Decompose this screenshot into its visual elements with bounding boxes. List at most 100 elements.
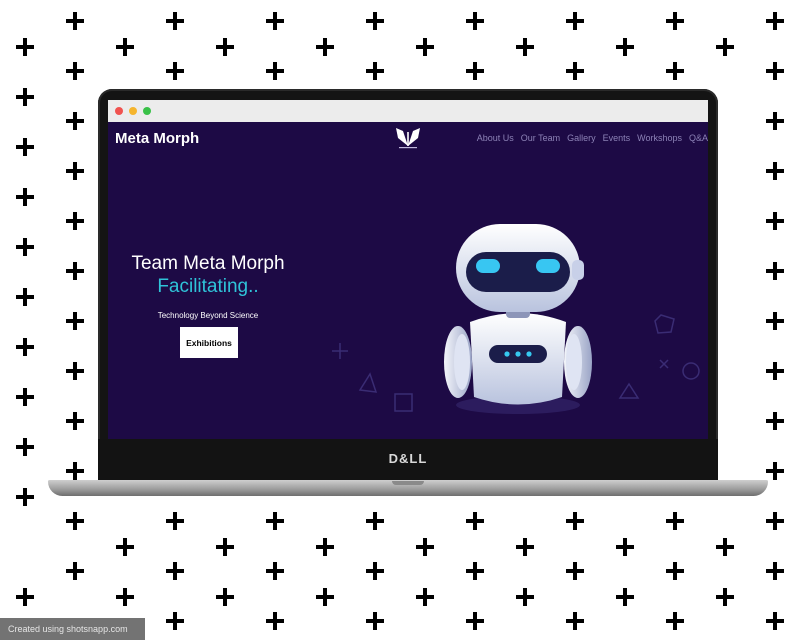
- hero-subtitle: Facilitating..: [157, 276, 259, 297]
- plus-icon: [766, 612, 784, 630]
- plus-icon: [16, 388, 34, 406]
- plus-icon: [666, 62, 684, 80]
- plus-icon: [766, 412, 784, 430]
- nav-link-events[interactable]: Events: [603, 133, 631, 143]
- plus-icon: [766, 162, 784, 180]
- plus-icon: [766, 12, 784, 30]
- plus-icon: [66, 362, 84, 380]
- plus-icon: [766, 312, 784, 330]
- nav-link-qa[interactable]: Q&A: [689, 133, 708, 143]
- main-nav: About Us Our Team Gallery Events Worksho…: [477, 133, 708, 143]
- plus-icon: [466, 62, 484, 80]
- plus-icon: [66, 312, 84, 330]
- nav-link-gallery[interactable]: Gallery: [567, 133, 596, 143]
- plus-icon: [66, 512, 84, 530]
- plus-icon: [316, 38, 334, 56]
- plus-icon: [616, 538, 634, 556]
- plus-icon: [666, 612, 684, 630]
- minimize-window-dot[interactable]: [129, 107, 137, 115]
- hero-title: Team Meta Morph: [131, 253, 285, 274]
- nav-link-workshops[interactable]: Workshops: [637, 133, 682, 143]
- plus-icon: [166, 512, 184, 530]
- plus-icon: [66, 212, 84, 230]
- laptop-lid-notch: [392, 481, 424, 485]
- plus-icon: [666, 512, 684, 530]
- plus-icon: [66, 62, 84, 80]
- plus-icon: [616, 38, 634, 56]
- plus-icon: [266, 612, 284, 630]
- close-window-dot[interactable]: [115, 107, 123, 115]
- plus-icon: [66, 462, 84, 480]
- plus-icon: [16, 238, 34, 256]
- butterfly-logo-icon[interactable]: [394, 126, 422, 150]
- plus-icon: [766, 112, 784, 130]
- plus-icon: [116, 588, 134, 606]
- plus-icon: [416, 538, 434, 556]
- plus-icon: [16, 188, 34, 206]
- plus-icon: [466, 562, 484, 580]
- plus-icon: [566, 562, 584, 580]
- plus-icon: [66, 262, 84, 280]
- plus-icon: [266, 562, 284, 580]
- plus-icon: [266, 62, 284, 80]
- exhibitions-button[interactable]: Exhibitions: [180, 327, 238, 358]
- plus-icon: [216, 538, 234, 556]
- nav-link-our-team[interactable]: Our Team: [521, 133, 560, 143]
- plus-icon: [366, 512, 384, 530]
- nav-link-about-us[interactable]: About Us: [477, 133, 514, 143]
- plus-icon: [766, 512, 784, 530]
- plus-icon: [66, 162, 84, 180]
- plus-icon: [116, 38, 134, 56]
- plus-icon: [516, 38, 534, 56]
- footer-credit: Created using shotsnapp.com: [0, 618, 145, 640]
- plus-icon: [366, 612, 384, 630]
- plus-icon: [766, 362, 784, 380]
- plus-icon: [466, 512, 484, 530]
- maximize-window-dot[interactable]: [143, 107, 151, 115]
- plus-icon: [16, 38, 34, 56]
- plus-icon: [366, 62, 384, 80]
- plus-icon: [566, 12, 584, 30]
- plus-icon: [16, 88, 34, 106]
- robot-illustration: [444, 224, 592, 414]
- plus-icon: [316, 538, 334, 556]
- plus-icon: [66, 412, 84, 430]
- plus-icon: [566, 612, 584, 630]
- plus-icon: [16, 338, 34, 356]
- plus-icon: [316, 588, 334, 606]
- plus-icon: [16, 438, 34, 456]
- plus-icon: [16, 488, 34, 506]
- plus-icon: [766, 562, 784, 580]
- plus-icon: [66, 12, 84, 30]
- plus-icon: [166, 62, 184, 80]
- plus-icon: [166, 562, 184, 580]
- plus-icon: [766, 62, 784, 80]
- plus-icon: [16, 138, 34, 156]
- plus-icon: [16, 288, 34, 306]
- plus-icon: [116, 538, 134, 556]
- browser-title-bar: [108, 100, 708, 122]
- plus-icon: [766, 262, 784, 280]
- plus-icon: [266, 512, 284, 530]
- plus-icon: [566, 512, 584, 530]
- website-screen: Meta Morph About Us Our Team Gallery Eve…: [108, 122, 708, 439]
- plus-icon: [766, 212, 784, 230]
- plus-icon: [716, 588, 734, 606]
- plus-icon: [466, 612, 484, 630]
- plus-icon: [516, 588, 534, 606]
- plus-icon: [566, 62, 584, 80]
- plus-icon: [166, 12, 184, 30]
- plus-icon: [766, 462, 784, 480]
- plus-icon: [516, 538, 534, 556]
- plus-icon: [166, 612, 184, 630]
- plus-icon: [666, 12, 684, 30]
- site-brand[interactable]: Meta Morph: [115, 130, 199, 147]
- plus-icon: [216, 38, 234, 56]
- plus-icon: [366, 562, 384, 580]
- plus-icon: [416, 588, 434, 606]
- plus-icon: [466, 12, 484, 30]
- plus-icon: [66, 112, 84, 130]
- plus-icon: [366, 12, 384, 30]
- plus-icon: [616, 588, 634, 606]
- plus-icon: [66, 562, 84, 580]
